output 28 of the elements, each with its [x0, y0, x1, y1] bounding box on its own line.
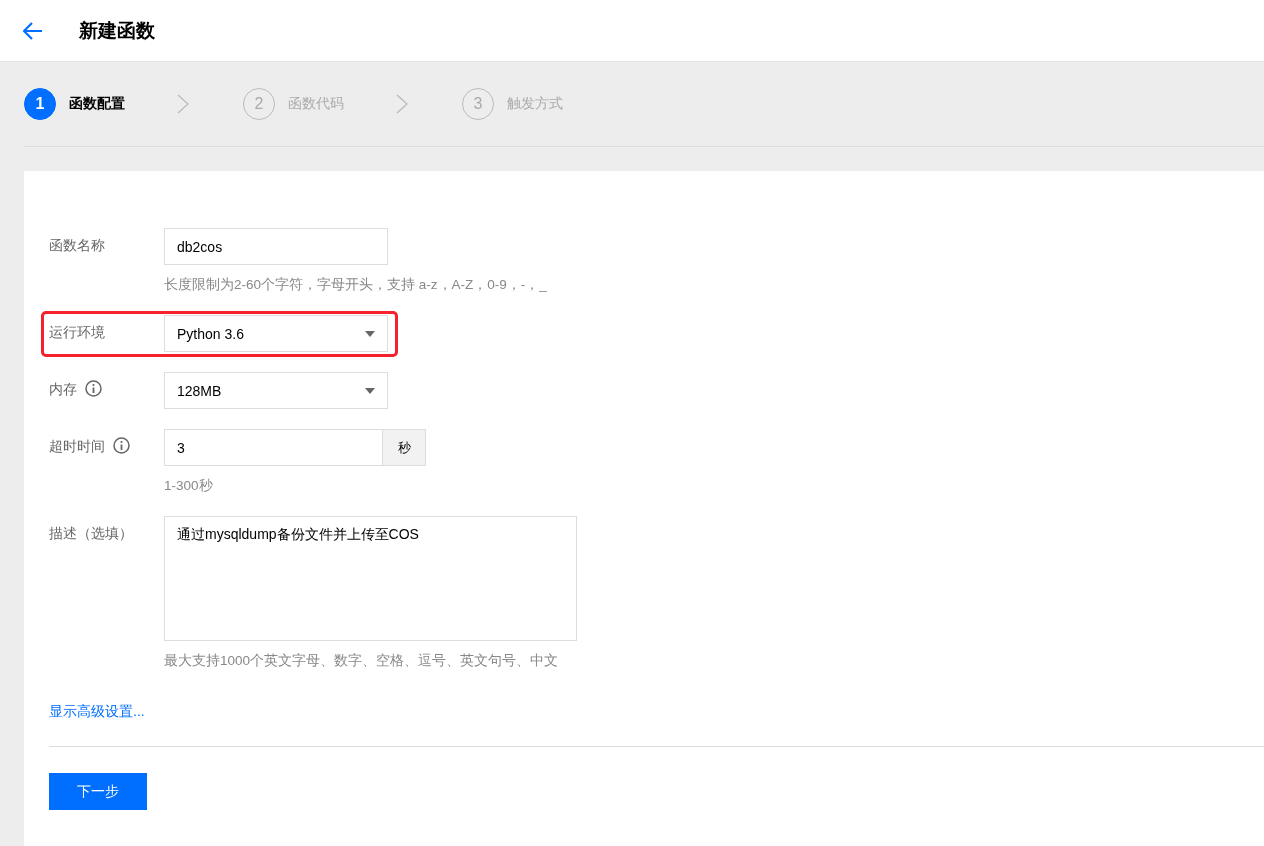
chevron-right-icon — [396, 94, 408, 114]
field-label: 描述（选填） — [49, 525, 133, 543]
field-label: 超时时间 — [49, 438, 105, 456]
step-label: 函数配置 — [69, 95, 125, 113]
step-number: 1 — [24, 88, 56, 120]
number-field[interactable]: 3 — [164, 429, 383, 466]
dropdown-select[interactable]: 128MB — [164, 372, 388, 409]
field-label: 运行环境 — [49, 324, 105, 342]
dropdown-select[interactable]: Python 3.6 — [164, 315, 388, 352]
advanced-settings-link[interactable]: 显示高级设置... — [49, 703, 145, 721]
caret-icon — [365, 330, 375, 337]
field-label: 函数名称 — [49, 237, 105, 255]
unit-addon: 秒 — [383, 429, 426, 466]
step-label: 触发方式 — [507, 95, 563, 113]
back-arrow-icon[interactable] — [23, 21, 43, 40]
page-title: 新建函数 — [79, 18, 155, 43]
step-label: 函数代码 — [288, 95, 344, 113]
help-text: 长度限制为2-60个字符，字母开头，支持 a-z，A-Z，0-9，-，_ — [164, 276, 548, 294]
info-icon[interactable] — [113, 437, 130, 454]
chevron-right-icon — [177, 94, 189, 114]
caret-icon — [365, 387, 375, 394]
help-text: 最大支持1000个英文字母、数字、空格、逗号、英文句号、中文 — [164, 652, 560, 670]
textarea-field[interactable]: 通过mysqldump备份文件并上传至COS — [164, 516, 577, 641]
next-button[interactable]: 下一步 — [49, 773, 147, 810]
help-text: 1-300秒 — [164, 477, 214, 495]
info-icon[interactable] — [85, 380, 102, 397]
field-label: 内存 — [49, 381, 77, 399]
text-field[interactable]: db2cos — [164, 228, 388, 265]
